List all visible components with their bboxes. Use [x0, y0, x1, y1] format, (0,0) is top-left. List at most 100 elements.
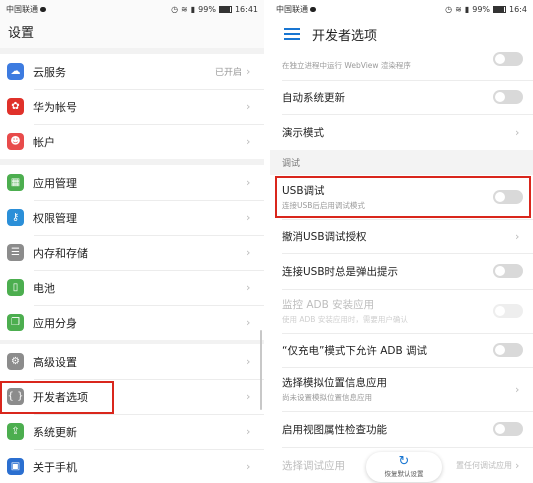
chevron-right-icon: ›	[246, 425, 251, 438]
message-icon	[40, 6, 46, 12]
battery-icon: ▯	[7, 279, 24, 296]
item-title: 自动系统更新	[282, 91, 345, 104]
chevron-right-icon: ›	[515, 382, 520, 396]
settings-item-account[interactable]: ☻ 帐户 ›	[0, 124, 264, 159]
chevron-right-icon: ›	[246, 246, 251, 259]
gear-icon: ⚙	[7, 353, 24, 370]
settings-item-label: 云服务	[33, 65, 66, 79]
demo-mode-item[interactable]: 演示模式 ›	[270, 114, 533, 150]
usb-prompt-toggle[interactable]	[493, 264, 523, 278]
settings-item-app-management[interactable]: ▦ 应用管理 ›	[0, 165, 264, 200]
alarm-icon: ◷	[171, 4, 179, 14]
battery-percent: 99%	[472, 4, 491, 14]
alarm-icon: ◷	[445, 4, 453, 14]
item-subtitle: 使用 ADB 安装应用时，需要用户确认	[282, 315, 408, 324]
settings-item-label: 电池	[33, 281, 55, 295]
item-title: 撤消USB调试授权	[282, 230, 367, 243]
page-title: 开发者选项	[312, 28, 378, 44]
item-title: 监控 ADB 安装应用	[282, 299, 375, 311]
settings-item-label: 系统更新	[33, 425, 77, 439]
settings-screen: 中国联通 ◷ ≋ ▮ 99% 16:41 设置 ☁ 云服务 已开启 › ✿ 华为…	[0, 0, 264, 483]
phone-info-icon: ▣	[7, 458, 24, 475]
chevron-right-icon: ›	[246, 211, 251, 224]
settings-group-apps: ▦ 应用管理 › ⚷ 权限管理 › ☰ 内存和存储 › ▯ 电池 › ❐ 应用分…	[0, 165, 264, 340]
app-bar: 开发者选项	[270, 18, 533, 50]
clock: 16:4	[509, 4, 527, 14]
app-twin-icon: ❐	[7, 314, 24, 331]
item-title: 选择模拟位置信息应用	[282, 377, 387, 389]
settings-item-label: 帐户	[33, 135, 55, 149]
highlight-box-developer-options	[0, 381, 114, 414]
chevron-right-icon: ›	[515, 458, 520, 472]
settings-item-label: 应用管理	[33, 176, 77, 190]
storage-icon: ☰	[7, 244, 24, 261]
system-update-icon: ⇪	[7, 423, 24, 440]
monitor-adb-install-item: 监控 ADB 安装应用 使用 ADB 安装应用时，需要用户确认	[270, 289, 533, 333]
settings-item-permissions[interactable]: ⚷ 权限管理 ›	[0, 200, 264, 235]
settings-item-cloud[interactable]: ☁ 云服务 已开启 ›	[0, 54, 264, 89]
item-title: 启用视图属性检查功能	[282, 423, 387, 436]
chevron-right-icon: ›	[246, 281, 251, 294]
settings-group-account: ☁ 云服务 已开启 › ✿ 华为帐号 › ☻ 帐户 ›	[0, 54, 264, 159]
settings-item-label: 权限管理	[33, 211, 77, 225]
menu-icon[interactable]	[284, 28, 300, 40]
revoke-usb-auth-item[interactable]: 撤消USB调试授权 ›	[270, 219, 533, 253]
settings-item-storage[interactable]: ☰ 内存和存储 ›	[0, 235, 264, 270]
chevron-right-icon: ›	[515, 125, 520, 139]
webview-multiprocess-toggle[interactable]	[493, 52, 523, 66]
chevron-right-icon: ›	[515, 229, 520, 243]
settings-item-system-update[interactable]: ⇪ 系统更新 ›	[0, 414, 264, 449]
item-title: “仅充电”模式下允许 ADB 调试	[282, 344, 428, 357]
auto-system-update-toggle[interactable]	[493, 90, 523, 104]
page-title: 设置	[8, 26, 35, 41]
carrier-label: 中国联通	[276, 4, 445, 15]
settings-item-advanced[interactable]: ⚙ 高级设置 ›	[0, 344, 264, 379]
battery-icon	[493, 5, 507, 13]
auto-system-update-item[interactable]: 自动系统更新	[270, 80, 533, 114]
settings-item-app-twin[interactable]: ❐ 应用分身 ›	[0, 305, 264, 340]
usb-prompt-item[interactable]: 连接USB时总是弹出提示	[270, 253, 533, 289]
settings-item-label: 高级设置	[33, 355, 77, 369]
huawei-icon: ✿	[7, 98, 24, 115]
settings-item-label: 内存和存储	[33, 246, 88, 260]
section-header-debug: 调试	[270, 150, 533, 175]
wifi-icon: ≋	[455, 4, 462, 14]
settings-item-label: 应用分身	[33, 316, 77, 330]
chevron-right-icon: ›	[246, 100, 251, 113]
settings-item-battery[interactable]: ▯ 电池 ›	[0, 270, 264, 305]
item-subtitle: 尚未设置模拟位置信息应用	[282, 393, 372, 402]
battery-icon	[218, 5, 232, 13]
mock-location-app-item[interactable]: 选择模拟位置信息应用 尚未设置模拟位置信息应用 ›	[270, 367, 533, 411]
view-attribute-inspection-toggle[interactable]	[493, 422, 523, 436]
chevron-right-icon: ›	[246, 460, 251, 473]
charge-only-adb-toggle[interactable]	[493, 343, 523, 357]
chevron-right-icon: ›	[246, 135, 251, 148]
restore-defaults-button[interactable]: ↻ 恢复默认设置	[366, 452, 442, 482]
settings-item-label: 华为帐号	[33, 100, 77, 114]
signal-icon: ▮	[190, 4, 196, 14]
refresh-icon: ↻	[398, 454, 410, 469]
charge-only-adb-item[interactable]: “仅充电”模式下允许 ADB 调试	[270, 333, 533, 367]
cloud-icon: ☁	[7, 63, 24, 80]
webview-multiprocess-item[interactable]: 在独立进程中运行 WebView 渲染程序	[270, 52, 533, 76]
account-icon: ☻	[7, 133, 24, 150]
item-subtitle: 在独立进程中运行 WebView 渲染程序	[282, 60, 411, 70]
settings-item-about-phone[interactable]: ▣ 关于手机 ›	[0, 449, 264, 483]
scrollbar[interactable]	[260, 330, 262, 410]
chevron-right-icon: ›	[246, 390, 251, 403]
battery-percent: 99%	[198, 4, 216, 14]
highlight-box-usb-debugging	[275, 176, 531, 218]
developer-options-screen: 中国联通 ◷ ≋ ▮ 99% 16:4 开发者选项 在独立进程中运行 WebVi…	[270, 0, 533, 483]
chevron-right-icon: ›	[246, 316, 251, 329]
view-attribute-inspection-item[interactable]: 启用视图属性检查功能	[270, 411, 533, 447]
chevron-right-icon: ›	[246, 355, 251, 368]
settings-item-value: 已开启	[214, 68, 242, 78]
key-icon: ⚷	[7, 209, 24, 226]
carrier-label: 中国联通	[6, 4, 171, 15]
settings-item-huawei-id[interactable]: ✿ 华为帐号 ›	[0, 89, 264, 124]
item-title: 连接USB时总是弹出提示	[282, 265, 399, 278]
wifi-icon: ≋	[181, 4, 188, 14]
chevron-right-icon: ›	[246, 65, 251, 78]
signal-icon: ▮	[464, 4, 470, 14]
item-title: 演示模式	[282, 126, 324, 139]
